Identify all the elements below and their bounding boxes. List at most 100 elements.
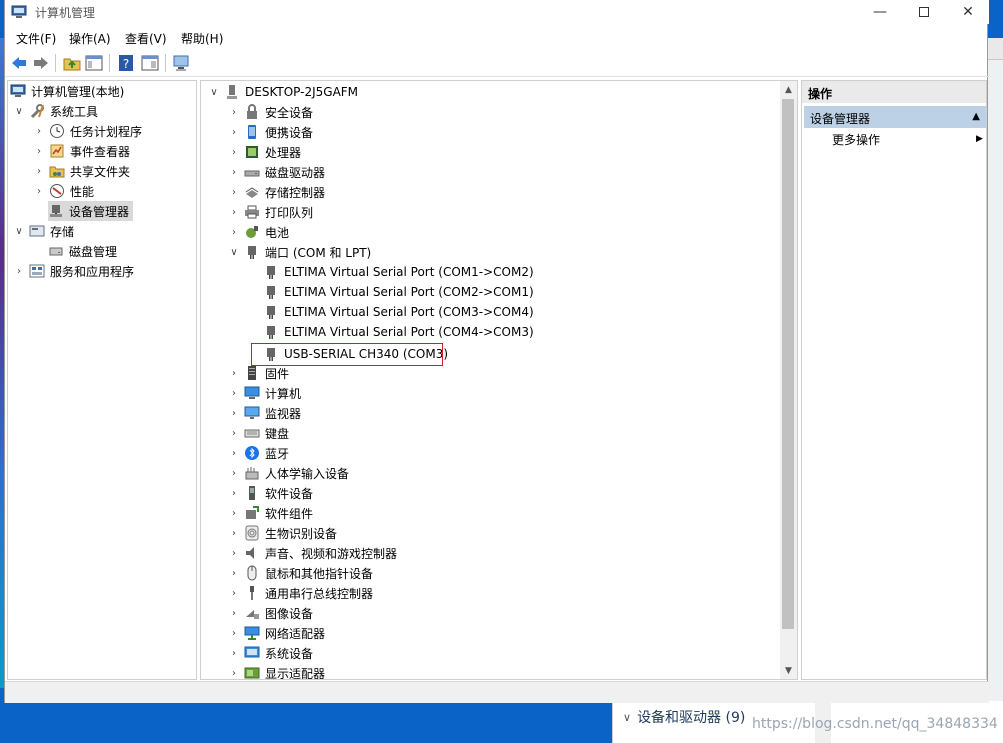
device-category[interactable]: › 安全设备 bbox=[227, 102, 313, 122]
chevron-right-icon[interactable]: › bbox=[227, 145, 241, 159]
chevron-right-icon[interactable]: › bbox=[227, 225, 241, 239]
menu-file[interactable]: 文件(F) bbox=[16, 30, 56, 47]
tree-node-device-manager[interactable]: 设备管理器 bbox=[48, 201, 134, 221]
tree-node-task-scheduler[interactable]: › 任务计划程序 bbox=[32, 121, 142, 141]
chevron-right-icon[interactable]: › bbox=[227, 606, 241, 620]
tree-node-services[interactable]: › 服务和应用程序 bbox=[12, 261, 134, 281]
chevron-right-icon[interactable]: › bbox=[227, 666, 241, 679]
chevron-down-icon[interactable]: ∨ bbox=[12, 104, 26, 118]
device-category[interactable]: › 电池 bbox=[227, 222, 289, 242]
monitor-scan-icon[interactable] bbox=[172, 54, 190, 72]
chevron-right-icon[interactable]: › bbox=[12, 264, 26, 278]
device-category[interactable]: › 鼠标和其他指针设备 bbox=[227, 563, 373, 583]
show-hide-tree-icon[interactable] bbox=[85, 54, 103, 72]
device-category-ports[interactable]: ∨ 端口 (COM 和 LPT) bbox=[227, 242, 371, 262]
device-category[interactable]: › 处理器 bbox=[227, 142, 301, 162]
device-category[interactable]: › 监视器 bbox=[227, 403, 301, 423]
chevron-right-icon[interactable]: › bbox=[227, 125, 241, 139]
scrollbar-thumb[interactable] bbox=[782, 99, 794, 629]
chevron-right-icon[interactable]: › bbox=[227, 526, 241, 540]
tree-node-system-tools[interactable]: ∨ 系统工具 bbox=[12, 101, 98, 121]
chevron-right-icon[interactable]: › bbox=[227, 626, 241, 640]
chevron-right-icon[interactable]: › bbox=[227, 386, 241, 400]
device-category[interactable]: › 固件 bbox=[227, 363, 289, 383]
properties-pane-icon[interactable] bbox=[141, 54, 159, 72]
chevron-right-icon[interactable]: › bbox=[227, 165, 241, 179]
forward-arrow-icon[interactable] bbox=[32, 54, 50, 72]
chevron-right-icon[interactable]: › bbox=[227, 426, 241, 440]
device-category[interactable]: › 显示适配器 bbox=[227, 663, 325, 680]
tree-node-root[interactable]: 计算机管理(本地) bbox=[10, 81, 124, 101]
chevron-down-icon[interactable]: ∨ bbox=[207, 85, 221, 99]
device-node-computer[interactable]: ∨ DESKTOP-2J5GAFM bbox=[207, 82, 358, 102]
device-category[interactable]: › 打印队列 bbox=[227, 202, 313, 222]
port-icon bbox=[267, 266, 275, 279]
device-category[interactable]: › 磁盘驱动器 bbox=[227, 162, 325, 182]
chevron-right-icon[interactable]: › bbox=[227, 366, 241, 380]
chevron-right-icon[interactable]: › bbox=[227, 646, 241, 660]
device-category[interactable]: › 存储控制器 bbox=[227, 182, 325, 202]
device-category[interactable]: › 图像设备 bbox=[227, 603, 313, 623]
storage-icon bbox=[29, 225, 45, 237]
chevron-right-icon[interactable]: › bbox=[227, 185, 241, 199]
chevron-right-icon[interactable]: › bbox=[32, 124, 46, 138]
close-button[interactable]: ✕ bbox=[945, 0, 991, 24]
back-arrow-icon[interactable] bbox=[10, 54, 28, 72]
menu-help[interactable]: 帮助(H) bbox=[181, 30, 223, 47]
device-category[interactable]: › 通用串行总线控制器 bbox=[227, 583, 373, 603]
chevron-right-icon[interactable]: › bbox=[227, 546, 241, 560]
device-category[interactable]: › 人体学输入设备 bbox=[227, 463, 349, 483]
tree-label: 任务计划程序 bbox=[70, 124, 143, 139]
device-tree-scrollbar[interactable]: ▲ ▼ bbox=[780, 81, 797, 679]
up-folder-icon[interactable] bbox=[63, 54, 81, 72]
more-actions-item[interactable]: 更多操作 bbox=[832, 131, 880, 148]
device-category[interactable]: › 蓝牙 bbox=[227, 443, 289, 463]
port-device[interactable]: ELTIMA Virtual Serial Port (COM4->COM3) bbox=[263, 322, 534, 342]
port-device[interactable]: ELTIMA Virtual Serial Port (COM3->COM4) bbox=[263, 302, 534, 322]
tree-node-shared-folders[interactable]: › 共享文件夹 bbox=[32, 161, 130, 181]
collapse-up-icon[interactable]: ▲ bbox=[972, 111, 980, 122]
chevron-right-icon[interactable]: › bbox=[32, 184, 46, 198]
device-category[interactable]: › 声音、视频和游戏控制器 bbox=[227, 543, 397, 563]
device-category[interactable]: › 生物识别设备 bbox=[227, 523, 337, 543]
chevron-right-icon[interactable]: › bbox=[227, 486, 241, 500]
scroll-up-icon[interactable]: ▲ bbox=[780, 81, 797, 98]
chevron-right-icon[interactable]: › bbox=[227, 105, 241, 119]
tree-node-storage[interactable]: ∨ 存储 bbox=[12, 221, 74, 241]
chevron-right-icon[interactable]: › bbox=[227, 506, 241, 520]
explorer-section-row[interactable]: ∨ 设备和驱动器 (9) bbox=[623, 707, 745, 727]
menu-action[interactable]: 操作(A) bbox=[69, 30, 111, 47]
port-device[interactable]: ELTIMA Virtual Serial Port (COM1->COM2) bbox=[263, 262, 534, 282]
chevron-right-icon[interactable]: › bbox=[227, 466, 241, 480]
tree-node-event-viewer[interactable]: › 事件查看器 bbox=[32, 141, 130, 161]
chevron-right-icon[interactable]: › bbox=[227, 406, 241, 420]
device-category[interactable]: › 计算机 bbox=[227, 383, 301, 403]
help-icon[interactable]: ? bbox=[117, 54, 135, 72]
device-category[interactable]: › 键盘 bbox=[227, 423, 289, 443]
maximize-button[interactable] bbox=[901, 0, 947, 24]
scroll-down-icon[interactable]: ▼ bbox=[780, 662, 797, 679]
device-category[interactable]: › 软件设备 bbox=[227, 483, 313, 503]
actions-group-device-manager[interactable]: 设备管理器 ▲ bbox=[804, 106, 986, 128]
port-device[interactable]: ELTIMA Virtual Serial Port (COM2->COM1) bbox=[263, 282, 534, 302]
device-category[interactable]: › 系统设备 bbox=[227, 643, 313, 663]
chevron-down-icon[interactable]: ∨ bbox=[12, 224, 26, 238]
chevron-right-icon[interactable]: › bbox=[227, 446, 241, 460]
close-icon: ✕ bbox=[962, 4, 974, 20]
tree-node-disk-management[interactable]: 磁盘管理 bbox=[48, 241, 117, 261]
chevron-right-icon[interactable]: › bbox=[32, 144, 46, 158]
minimize-button[interactable]: — bbox=[857, 0, 903, 24]
submenu-arrow-icon[interactable]: ▶ bbox=[976, 134, 983, 144]
device-label: 显示适配器 bbox=[265, 666, 326, 680]
chevron-right-icon[interactable]: › bbox=[227, 205, 241, 219]
menu-view[interactable]: 查看(V) bbox=[125, 30, 167, 47]
actions-header: 操作 bbox=[802, 81, 986, 103]
device-category[interactable]: › 软件组件 bbox=[227, 503, 313, 523]
chevron-right-icon[interactable]: › bbox=[227, 586, 241, 600]
device-category[interactable]: › 便携设备 bbox=[227, 122, 313, 142]
device-category[interactable]: › 网络适配器 bbox=[227, 623, 325, 643]
tree-node-performance[interactable]: › 性能 bbox=[32, 181, 94, 201]
chevron-right-icon[interactable]: › bbox=[227, 566, 241, 580]
chevron-right-icon[interactable]: › bbox=[32, 164, 46, 178]
chevron-down-icon[interactable]: ∨ bbox=[227, 245, 241, 259]
